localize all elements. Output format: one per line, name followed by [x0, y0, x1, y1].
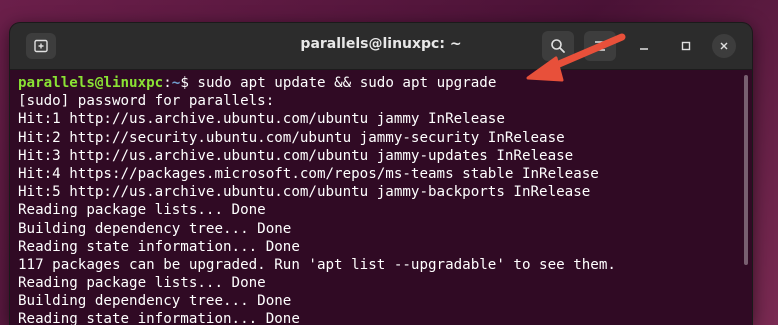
output-line: Reading package lists... Done — [18, 202, 266, 219]
output-line: Hit:1 http://us.archive.ubuntu.com/ubunt… — [18, 111, 505, 128]
terminal-output[interactable]: parallels@linuxpc:~$ sudo apt update && … — [10, 70, 752, 325]
prompt-separator: : — [163, 75, 172, 91]
output-line: Hit:2 http://security.ubuntu.com/ubuntu … — [18, 129, 565, 146]
command-line: parallels@linuxpc:~$ sudo apt update && … — [18, 74, 752, 92]
prompt-symbol: $ — [180, 75, 198, 91]
title-bar[interactable]: parallels@linuxpc: ~ — [10, 23, 752, 70]
output-line: 117 packages can be upgraded. Run 'apt l… — [18, 256, 616, 273]
search-icon — [551, 39, 565, 53]
minimize-icon — [640, 48, 648, 50]
output-line: Building dependency tree... Done — [18, 293, 292, 310]
output-line: Hit:5 http://us.archive.ubuntu.com/ubunt… — [18, 184, 591, 201]
menu-button[interactable] — [584, 31, 616, 61]
minimize-button[interactable] — [632, 34, 656, 58]
command-text: sudo apt update && sudo apt upgrade — [197, 75, 497, 91]
output-line: Reading state information... Done — [18, 238, 300, 255]
search-button[interactable] — [542, 31, 574, 61]
output-line: Reading state information... Done — [18, 311, 300, 325]
output-line: Reading package lists... Done — [18, 275, 266, 292]
output-line: Hit:4 https://packages.microsoft.com/rep… — [18, 165, 599, 182]
close-button[interactable] — [712, 34, 736, 58]
output-line: Building dependency tree... Done — [18, 220, 292, 237]
maximize-icon — [681, 41, 691, 51]
scrollbar[interactable] — [744, 75, 748, 265]
new-tab-button[interactable] — [26, 33, 56, 59]
output-line: Hit:3 http://us.archive.ubuntu.com/ubunt… — [18, 147, 574, 164]
terminal-window: parallels@linuxpc: ~ parallels@linuxpc:~… — [10, 23, 752, 325]
hamburger-menu-icon — [595, 41, 605, 51]
output-line: [sudo] password for parallels: — [18, 93, 275, 110]
maximize-button[interactable] — [674, 34, 698, 58]
close-icon — [720, 42, 728, 50]
new-tab-icon — [34, 39, 48, 53]
prompt-user-host: parallels@linuxpc — [18, 75, 164, 91]
